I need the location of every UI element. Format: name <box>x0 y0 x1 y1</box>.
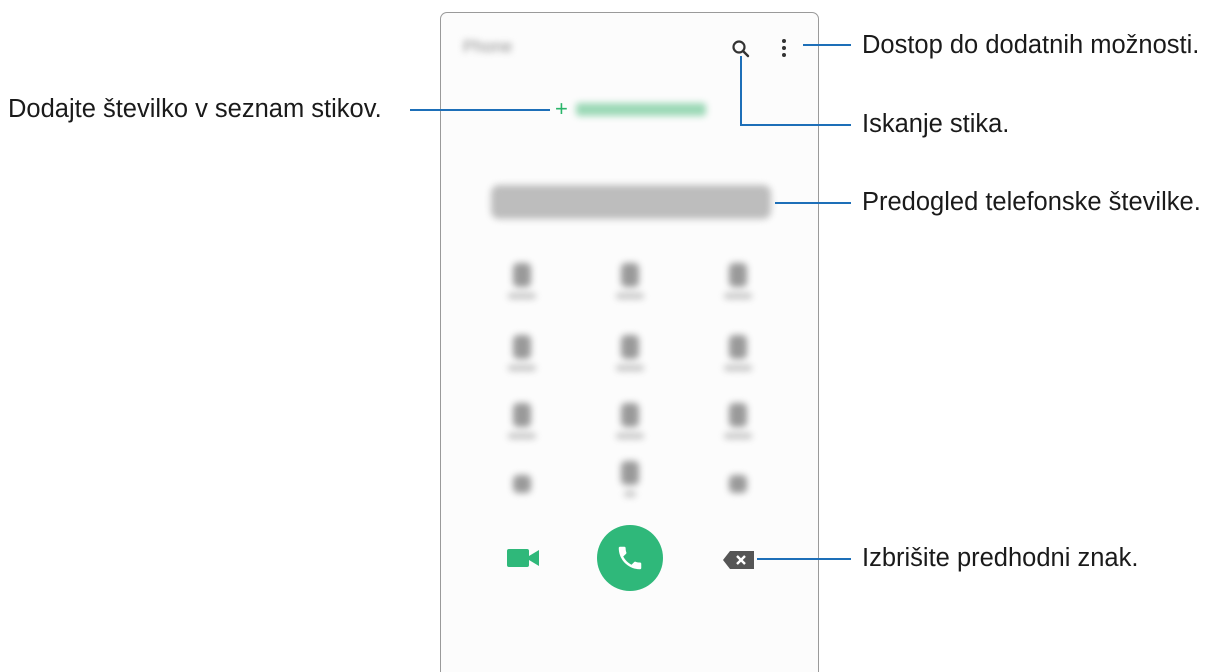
callout-line-delete <box>757 558 851 560</box>
dial-key-sub <box>616 365 644 371</box>
dial-key-2[interactable] <box>621 263 639 287</box>
callout-number-preview: Predogled telefonske številke. <box>862 188 1201 216</box>
callout-line-search-vertical <box>740 56 742 126</box>
dial-key-8[interactable] <box>621 403 639 427</box>
dial-key-5[interactable] <box>621 335 639 359</box>
backspace-icon[interactable] <box>722 550 756 570</box>
dial-key-3[interactable] <box>729 263 747 287</box>
phone-icon <box>618 546 642 570</box>
dial-key-9[interactable] <box>729 403 747 427</box>
callout-add-to-contacts: Dodajte številko v seznam stikov. <box>8 95 382 123</box>
dial-key-4[interactable] <box>513 335 531 359</box>
dial-key-sub <box>724 293 752 299</box>
more-options-icon[interactable] <box>777 37 791 59</box>
callout-line-more <box>803 44 851 46</box>
dial-key-sub <box>508 433 536 439</box>
dial-key-sub <box>724 365 752 371</box>
dial-key-6[interactable] <box>729 335 747 359</box>
callout-line-search <box>740 124 851 126</box>
dial-key-sub <box>616 293 644 299</box>
callout-delete-char: Izbrišite predhodni znak. <box>862 544 1139 572</box>
dial-key-7[interactable] <box>513 403 531 427</box>
add-to-contacts-label <box>575 102 706 116</box>
dial-key-sub <box>724 433 752 439</box>
dial-key-star[interactable] <box>513 475 531 493</box>
dial-key-sub <box>508 365 536 371</box>
dial-key-sub <box>624 491 636 497</box>
callout-line-add <box>410 109 550 111</box>
callout-search-contact: Iskanje stika. <box>862 110 1010 138</box>
dial-key-sub <box>508 293 536 299</box>
phone-dialer-screen: Phone + <box>440 12 819 672</box>
callout-line-preview <box>775 202 851 204</box>
dial-key-sub <box>616 433 644 439</box>
call-button[interactable] <box>597 525 663 591</box>
add-to-contacts-button[interactable]: + <box>555 97 706 121</box>
dial-key-hash[interactable] <box>729 475 747 493</box>
video-call-icon[interactable] <box>505 546 541 570</box>
plus-icon: + <box>555 96 568 121</box>
callout-more-options: Dostop do dodatnih možnosti. <box>862 31 1200 59</box>
app-title: Phone <box>463 37 513 56</box>
number-preview-field <box>491 185 771 219</box>
dial-key-0[interactable] <box>621 461 639 485</box>
dial-key-1[interactable] <box>513 263 531 287</box>
